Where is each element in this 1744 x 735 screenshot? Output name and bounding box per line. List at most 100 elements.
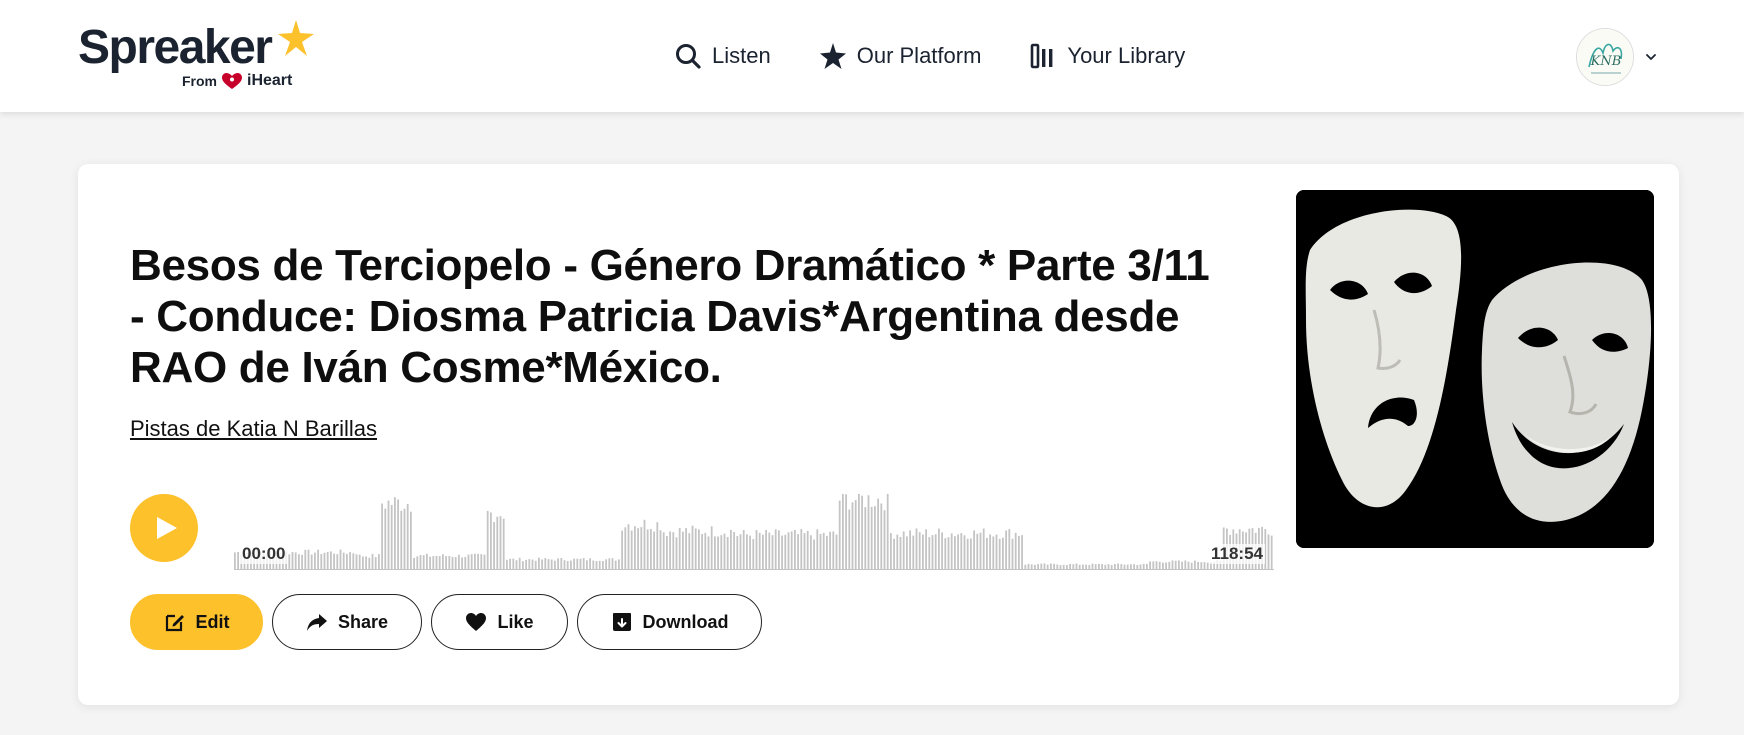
waveform-bar (742, 530, 745, 570)
waveform-bar (518, 557, 521, 570)
spreaker-logo[interactable]: Spreaker From iHeart (78, 20, 318, 92)
play-button[interactable] (130, 494, 198, 562)
waveform-bar (976, 533, 979, 570)
waveform-bar (870, 506, 873, 570)
waveform-bar (723, 533, 726, 570)
waveform-bar (691, 525, 694, 570)
chevron-down-icon[interactable] (1644, 50, 1658, 64)
waveform-bar (909, 530, 911, 570)
download-button[interactable]: Download (577, 594, 762, 650)
user-menu[interactable]: KNB (1576, 28, 1658, 86)
waveform-bar (899, 537, 902, 570)
nav-listen[interactable]: Listen (674, 42, 771, 70)
nav-your-library-label: Your Library (1067, 43, 1186, 68)
waveform-bar (435, 555, 438, 570)
waveform-bar (413, 557, 415, 570)
waveform-bar (515, 560, 518, 570)
edit-button[interactable]: Edit (130, 594, 263, 650)
waveform-bar (531, 559, 534, 570)
waveform-bar (432, 556, 435, 570)
waveform-bar (1197, 561, 1199, 570)
waveform-bar (317, 549, 319, 570)
waveform-bar (486, 510, 489, 570)
waveform-bar (662, 532, 665, 570)
waveform-bar (390, 505, 393, 570)
waveform-bar (301, 554, 303, 570)
waveform-bar (982, 528, 985, 570)
waveform-bar (1149, 561, 1151, 570)
waveform-bar (806, 530, 809, 570)
waveform-bar (966, 538, 969, 570)
play-icon (157, 517, 177, 539)
episode-cover-image (1296, 190, 1654, 548)
waveform-bar (442, 554, 444, 570)
waveform-bar (630, 530, 633, 570)
waveform-bar (538, 557, 540, 570)
waveform-bar (1267, 534, 1270, 570)
waveform-bar (861, 495, 863, 570)
waveform-bar (288, 554, 291, 570)
waveform-bar (803, 533, 806, 570)
waveform-bar (298, 554, 300, 570)
share-button[interactable]: Share (272, 594, 422, 650)
waveform-bar (957, 534, 959, 570)
waveform-bar (330, 551, 332, 570)
waveform-bar (1184, 560, 1187, 570)
waveform-bar (560, 558, 563, 570)
waveform-bar (602, 561, 604, 570)
share-label: Share (337, 611, 389, 632)
waveform-bar (397, 499, 399, 570)
waveform-bar (1270, 535, 1273, 570)
waveform-bar (611, 558, 614, 570)
waveform-bar (467, 554, 470, 570)
waveform-bar (474, 553, 476, 570)
waveform-bar (339, 549, 342, 570)
library-icon (1031, 43, 1053, 69)
time-elapsed: 00:00 (240, 544, 288, 564)
top-header: Spreaker From iHeart Listen Our Platform (0, 0, 1744, 112)
waveform-bar (323, 552, 326, 570)
waveform-bar (634, 526, 636, 570)
waveform-bar (880, 503, 883, 570)
waveform-bar (624, 527, 627, 570)
waveform-bar (368, 557, 371, 570)
like-button[interactable]: Like (431, 594, 568, 650)
time-total: 118:54 (1209, 544, 1265, 564)
waveform-bar (998, 538, 1001, 570)
waveform-bar (733, 531, 735, 570)
nav-our-platform[interactable]: Our Platform (819, 42, 981, 70)
waveform-bar (477, 553, 479, 570)
waveform-bar (877, 498, 879, 570)
waveform[interactable] (234, 494, 1274, 570)
waveform-bar (685, 528, 687, 570)
episode-author-link[interactable]: Pistas de Katia N Barillas (130, 416, 377, 442)
waveform-bar (640, 527, 643, 570)
waveform-bar (688, 533, 691, 570)
waveform-bar (659, 530, 662, 570)
waveform-bar (371, 553, 374, 570)
waveform-bar (874, 506, 876, 570)
waveform-bar (970, 538, 972, 570)
waveform-bar (534, 560, 537, 570)
waveform-bar (592, 560, 595, 570)
waveform-bar (458, 554, 460, 570)
waveform-bar (1194, 560, 1196, 570)
nav-your-library[interactable]: Your Library (1029, 42, 1185, 70)
waveform-bar (557, 558, 559, 570)
waveform-bar (336, 554, 339, 570)
waveform-bar (550, 559, 553, 570)
waveform-bar (960, 533, 963, 570)
waveform-bar (746, 534, 748, 570)
waveform-bar (989, 534, 991, 570)
waveform-bar (346, 553, 348, 570)
logo-wordmark: Spreaker (78, 21, 273, 74)
waveform-bar (646, 529, 649, 570)
waveform-bar (675, 537, 678, 570)
avatar[interactable]: KNB (1576, 28, 1634, 86)
waveform-bar (1021, 535, 1023, 570)
waveform-bar (890, 533, 892, 570)
star-icon (819, 43, 846, 69)
waveform-bar (896, 534, 899, 570)
waveform-bar (851, 502, 854, 570)
waveform-bar (614, 560, 617, 570)
